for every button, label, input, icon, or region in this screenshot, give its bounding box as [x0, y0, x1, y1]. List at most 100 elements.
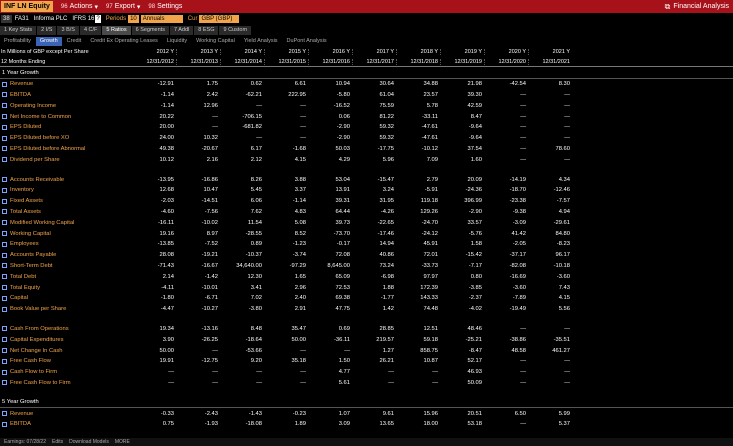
settings-menu[interactable]: 98 Settings	[148, 3, 182, 10]
table-cell[interactable]: -1.42	[176, 274, 220, 280]
table-cell[interactable]: 46.93	[440, 369, 484, 375]
table-row[interactable]: Employees -13.85 -7.52 0.89 -1.23 -0.17 14.94 4…	[0, 239, 733, 250]
table-cell[interactable]: 64.44	[308, 209, 352, 215]
table-cell[interactable]: -13.85	[132, 241, 176, 247]
table-cell[interactable]: -29.61	[528, 220, 572, 226]
table-cell[interactable]: -4.60	[132, 209, 176, 215]
currency-dropdown[interactable]: GBP (GBP)	[199, 15, 240, 23]
table-cell[interactable]: 47.75	[308, 306, 352, 312]
table-cell[interactable]: 48.58	[484, 348, 528, 354]
table-cell[interactable]: -33.11	[396, 114, 440, 120]
table-cell[interactable]: 2.16	[176, 157, 220, 163]
table-cell[interactable]: 72.08	[308, 252, 352, 258]
table-cell[interactable]: —	[264, 124, 308, 130]
function-code[interactable]: FA31	[15, 16, 29, 22]
table-cell[interactable]: —	[220, 135, 264, 141]
table-cell[interactable]: 4.29	[308, 157, 352, 163]
table-cell[interactable]: 10.87	[396, 358, 440, 364]
table-cell[interactable]: 49.38	[132, 146, 176, 152]
table-cell[interactable]: -25.21	[440, 337, 484, 343]
table-cell[interactable]: 81.22	[352, 114, 396, 120]
table-cell[interactable]: —	[176, 124, 220, 130]
table-cell[interactable]: 19.91	[132, 358, 176, 364]
table-row[interactable]: Net Income to Common 20.22— -706.15—0.06 81…	[0, 111, 733, 122]
edits-link[interactable]: Edits	[52, 439, 63, 445]
table-cell[interactable]: 7.43	[528, 285, 572, 291]
table-row[interactable]: Fixed Assets -2.03 -14.51 6.06 -1.14 39.31 31.…	[0, 196, 733, 207]
table-cell[interactable]: 7.02	[220, 295, 264, 301]
table-cell[interactable]: 6.61	[264, 81, 308, 87]
table-cell[interactable]: -16.69	[484, 274, 528, 280]
table-cell[interactable]: 13.91	[308, 187, 352, 193]
table-cell[interactable]: -2.90	[440, 209, 484, 215]
table-cell[interactable]: 4.83	[264, 209, 308, 215]
table-cell[interactable]: -2.43	[176, 411, 220, 417]
table-cell[interactable]: —	[484, 380, 528, 386]
table-cell[interactable]: 45.91	[396, 241, 440, 247]
table-cell[interactable]: —	[176, 369, 220, 375]
table-row[interactable]: EBITDA -1.14 2.42 -62.21 222.95 -5.80 61.04 23.…	[0, 90, 733, 101]
table-cell[interactable]: 5.45	[220, 187, 264, 193]
table-cell[interactable]: 48.46	[440, 326, 484, 332]
table-cell[interactable]: 31.95	[352, 198, 396, 204]
table-cell[interactable]: -8.23	[528, 241, 572, 247]
table-cell[interactable]: 461.27	[528, 348, 572, 354]
table-cell[interactable]: -18.08	[220, 421, 264, 427]
table-cell[interactable]: 23.57	[396, 92, 440, 98]
table-cell[interactable]: 20.51	[440, 411, 484, 417]
year-header[interactable]: 2018 Y	[396, 48, 440, 55]
table-cell[interactable]: -42.54	[484, 81, 528, 87]
table-cell[interactable]: 2.42	[176, 92, 220, 98]
table-cell[interactable]: -3.74	[264, 252, 308, 258]
chart-checkbox-icon[interactable]	[2, 157, 7, 163]
table-cell[interactable]: 8.30	[528, 81, 572, 87]
chart-checkbox-icon[interactable]	[2, 81, 7, 87]
table-cell[interactable]: -19.21	[176, 252, 220, 258]
table-cell[interactable]: -62.21	[220, 92, 264, 98]
table-cell[interactable]: -82.08	[484, 263, 528, 269]
table-cell[interactable]: 3.37	[264, 187, 308, 193]
table-cell[interactable]: —	[484, 135, 528, 141]
table-cell[interactable]: 2.79	[396, 177, 440, 183]
table-cell[interactable]: 1.88	[352, 285, 396, 291]
chart-checkbox-icon[interactable]	[2, 358, 7, 364]
table-cell[interactable]: -53.66	[220, 348, 264, 354]
chart-checkbox-icon[interactable]	[2, 348, 7, 354]
table-cell[interactable]: 96.17	[528, 252, 572, 258]
table-cell[interactable]: 12.51	[396, 326, 440, 332]
year-header[interactable]: 2013 Y	[176, 48, 220, 55]
table-cell[interactable]: -7.57	[528, 198, 572, 204]
table-cell[interactable]: 72.01	[396, 252, 440, 258]
table-cell[interactable]: 78.60	[528, 146, 572, 152]
table-cell[interactable]: -73.70	[308, 231, 352, 237]
table-cell[interactable]: -16.67	[176, 263, 220, 269]
table-cell[interactable]: 4.77	[308, 369, 352, 375]
table-cell[interactable]: 40.86	[352, 252, 396, 258]
table-cell[interactable]: 2.40	[264, 295, 308, 301]
table-cell[interactable]: -7.52	[176, 241, 220, 247]
table-cell[interactable]: -15.47	[352, 177, 396, 183]
table-cell[interactable]: -47.61	[396, 135, 440, 141]
tab-segments[interactable]: 6 Segments	[131, 25, 169, 35]
table-cell[interactable]: —	[176, 348, 220, 354]
table-cell[interactable]: -10.27	[176, 306, 220, 312]
tab-balance-sheet[interactable]: 3 B/S	[57, 25, 79, 35]
table-cell[interactable]: 20.09	[440, 177, 484, 183]
table-cell[interactable]: 9.61	[352, 411, 396, 417]
chart-checkbox-icon[interactable]	[2, 92, 7, 98]
table-cell[interactable]: 12.96	[176, 103, 220, 109]
table-cell[interactable]: -6.98	[352, 274, 396, 280]
table-cell[interactable]: -5.76	[440, 231, 484, 237]
table-cell[interactable]: 1.27	[352, 348, 396, 354]
year-header[interactable]: 2017 Y	[352, 48, 396, 55]
year-header[interactable]: 2012 Y	[132, 49, 176, 55]
chart-checkbox-icon[interactable]	[2, 337, 7, 343]
subtab-profitability[interactable]: Profitability	[0, 36, 35, 46]
table-row[interactable]: Total Assets -4.60 -7.56 7.62 4.83 64.44 -4.26…	[0, 207, 733, 218]
table-cell[interactable]: —	[132, 369, 176, 375]
table-cell[interactable]: 6.17	[220, 146, 264, 152]
table-cell[interactable]: -1.23	[264, 241, 308, 247]
year-header[interactable]: 2015 Y	[264, 48, 308, 55]
table-cell[interactable]: 4.94	[528, 209, 572, 215]
chart-checkbox-icon[interactable]	[2, 295, 7, 301]
